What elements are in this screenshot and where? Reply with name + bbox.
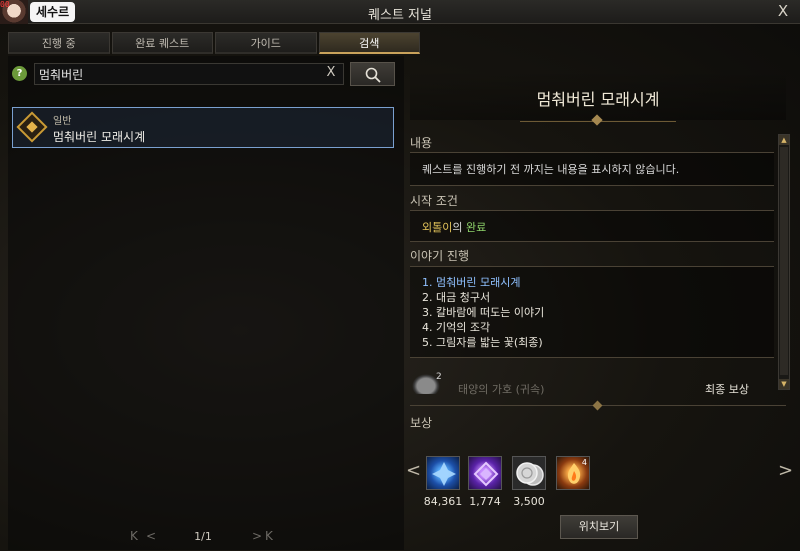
tab-in-progress[interactable]: 진행 중 [8, 32, 110, 54]
close-button[interactable]: X [774, 2, 792, 22]
search-input[interactable] [39, 65, 319, 83]
progress-item: 3. 칼바람에 떠도는 이야기 [422, 306, 545, 319]
final-reward-count: 2 [436, 372, 442, 382]
detail-scrollbar[interactable]: ▲ ▼ [778, 134, 790, 390]
scroll-thumb[interactable] [780, 147, 788, 375]
reward-slot[interactable] [426, 456, 460, 490]
start-condition-status: 완료 [466, 221, 487, 234]
page-number: 1/1 [194, 530, 212, 543]
reward-next-arrow[interactable]: > [778, 460, 793, 481]
reward-qty: 3,500 [513, 495, 545, 508]
silver-coin-icon [516, 462, 544, 486]
first-page-button[interactable]: K [130, 529, 138, 543]
view-location-button[interactable]: 위치보기 [560, 515, 638, 539]
result-type: 일반 [53, 116, 72, 127]
last-page-button[interactable]: K [265, 529, 273, 543]
help-icon[interactable]: ? [12, 66, 27, 81]
final-reward-item: 태양의 가호 (귀속) [458, 383, 545, 396]
start-condition-label: 시작 조건 [410, 194, 458, 208]
start-condition-link[interactable]: 외톨이 [422, 221, 452, 234]
progress-item: 1. 멈춰버린 모래시계 [422, 276, 521, 289]
reward-prev-arrow[interactable]: < [406, 460, 421, 481]
blue-star-icon [432, 462, 456, 486]
scroll-up-arrow[interactable]: ▲ [779, 135, 789, 145]
tab-search[interactable]: 검색 [318, 32, 420, 54]
content-text: 퀘스트를 진행하기 전 까지는 내용을 표시하지 않습니다. [422, 163, 680, 176]
journal-tabs: 진행 중 완료 퀘스트 가이드 검색 [8, 32, 422, 54]
quest-title: 멈춰버린 모래시계 [536, 90, 660, 109]
progress-label: 이야기 진행 [410, 249, 470, 263]
quest-type-icon [16, 111, 48, 143]
search-button[interactable] [350, 62, 395, 86]
reward-label: 보상 [410, 416, 433, 430]
final-reward-label: 최종 보상 [705, 383, 749, 396]
reward-slot[interactable]: 4 [556, 456, 590, 490]
progress-item: 5. 그림자를 밟는 꽃(최종) [422, 336, 543, 349]
search-icon [365, 67, 381, 83]
prev-page-button[interactable]: < [146, 529, 156, 543]
title-bar: 00 세수르 퀘스트 저널 X [0, 0, 800, 24]
title-ornament [520, 112, 676, 122]
start-condition-section: 외톨이의 완료 [410, 210, 774, 242]
clear-search-icon[interactable]: X [323, 65, 339, 83]
pagination: K < 1/1 > K [8, 529, 404, 545]
tab-completed[interactable]: 완료 퀘스트 [111, 32, 213, 54]
progress-section: 1. 멈춰버린 모래시계 2. 대금 청구서 3. 칼바람에 떠도는 이야기 4… [410, 266, 774, 358]
next-page-button[interactable]: > [252, 529, 262, 543]
content-section: 퀘스트를 진행하기 전 까지는 내용을 표시하지 않습니다. [410, 152, 774, 186]
tab-guide[interactable]: 가이드 [215, 32, 317, 54]
result-item[interactable]: 일반 멈춰버린 모래시계 [12, 107, 394, 148]
reward-badge: 4 [581, 458, 587, 467]
section-divider [410, 405, 786, 406]
start-condition-particle: 의 [452, 221, 466, 234]
progress-item: 4. 기억의 조각 [422, 321, 491, 334]
reward-slot[interactable] [468, 456, 502, 490]
purple-gem-icon [473, 461, 499, 487]
content-label: 내용 [410, 136, 433, 150]
quest-journal-window: 00 세수르 퀘스트 저널 X 진행 중 완료 퀘스트 가이드 검색 ? X 일… [0, 0, 800, 551]
window-title: 퀘스트 저널 [368, 8, 432, 23]
search-box: X [34, 63, 344, 85]
scroll-down-arrow[interactable]: ▼ [779, 379, 789, 389]
progress-item: 2. 대금 청구서 [422, 291, 491, 304]
result-title: 멈춰버린 모래시계 [53, 130, 146, 144]
reward-slot[interactable] [512, 456, 546, 490]
